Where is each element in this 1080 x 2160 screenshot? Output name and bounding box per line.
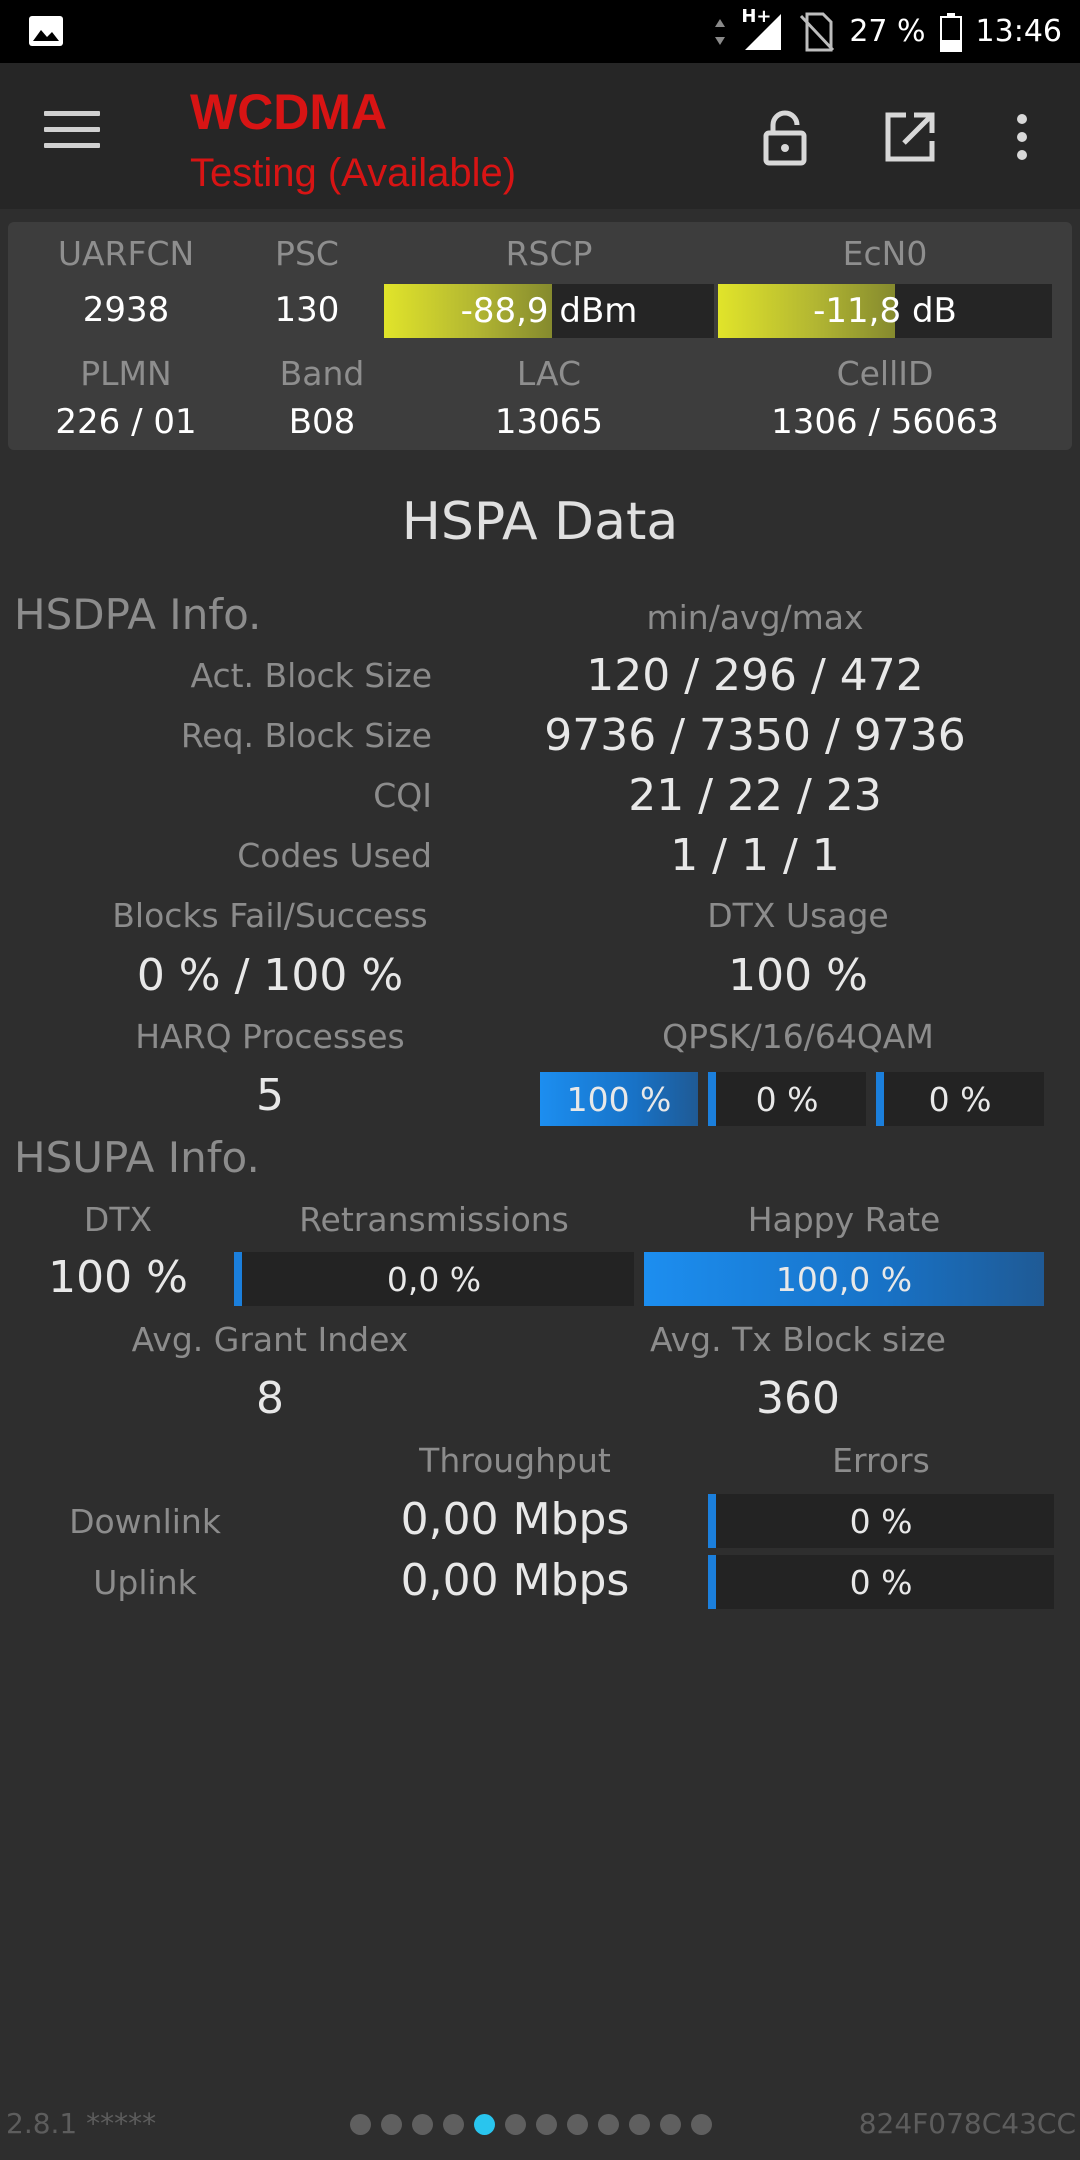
codes-used-value: 1 / 1 / 1 bbox=[670, 830, 840, 881]
happy-rate-label: Happy Rate bbox=[747, 1200, 941, 1239]
qpsk-bar: 100 % bbox=[540, 1072, 698, 1126]
uplink-throughput: 0,00 Mbps bbox=[400, 1555, 630, 1606]
retransmissions-bar: 0,0 % bbox=[234, 1252, 634, 1306]
image-icon bbox=[29, 16, 63, 46]
rscp-label: RSCP bbox=[505, 234, 593, 273]
page-dot[interactable] bbox=[443, 2114, 464, 2135]
modulation-label: QPSK/16/64QAM bbox=[662, 1017, 934, 1056]
no-sim-icon bbox=[800, 12, 835, 51]
cqi-label: CQI bbox=[373, 776, 432, 815]
page-dot[interactable] bbox=[536, 2114, 557, 2135]
cellid-value: 1306 / 56063 bbox=[771, 402, 999, 442]
battery-icon bbox=[939, 12, 962, 52]
avg-tx-block-size-label: Avg. Tx Block size bbox=[649, 1320, 946, 1359]
harq-processes-label: HARQ Processes bbox=[135, 1017, 405, 1056]
act-block-size-value: 120 / 296 / 472 bbox=[586, 650, 924, 701]
avg-grant-index-value: 8 bbox=[256, 1373, 284, 1424]
page-dot[interactable] bbox=[598, 2114, 619, 2135]
cell-info-card: UARFCN PSC RSCP EcN0 2938 130 -88,9 dBm … bbox=[8, 222, 1072, 450]
hsupa-dtx-value: 100 % bbox=[48, 1252, 188, 1303]
retransmissions-label: Retransmissions bbox=[299, 1200, 569, 1239]
codes-used-label: Codes Used bbox=[237, 836, 432, 875]
happy-rate-bar: 100,0 % bbox=[644, 1252, 1044, 1306]
ecn0-meter: -11,8 dB bbox=[718, 284, 1052, 338]
lac-label: LAC bbox=[516, 354, 582, 393]
hsupa-dtx-label: DTX bbox=[83, 1200, 153, 1239]
qam16-bar-text: 0 % bbox=[755, 1079, 819, 1119]
hsupa-heading: HSUPA Info. bbox=[14, 1133, 260, 1182]
qam16-bar: 0 % bbox=[708, 1072, 866, 1126]
blocks-fail-success-value: 0 % / 100 % bbox=[136, 950, 404, 1001]
page-title: WCDMA bbox=[190, 84, 388, 140]
more-vert-icon[interactable] bbox=[1000, 107, 1044, 167]
page-dot[interactable] bbox=[567, 2114, 588, 2135]
qam64-bar-text: 0 % bbox=[928, 1079, 992, 1119]
network-status: Testing (Available) bbox=[190, 151, 517, 195]
hsdpa-heading: HSDPA Info. bbox=[14, 590, 262, 639]
page-dot[interactable] bbox=[350, 2114, 371, 2135]
ecn0-value: -11,8 bbox=[813, 291, 902, 331]
uarfcn-value: 2938 bbox=[82, 290, 170, 330]
psc-label: PSC bbox=[275, 234, 339, 273]
battery-percent: 27 % bbox=[849, 14, 926, 49]
downlink-errors-bar: 0 % bbox=[708, 1494, 1054, 1548]
blocks-fail-success-label: Blocks Fail/Success bbox=[112, 896, 428, 935]
avg-grant-index-label: Avg. Grant Index bbox=[131, 1320, 409, 1359]
data-arrows-icon bbox=[715, 18, 726, 45]
clock: 13:46 bbox=[975, 14, 1062, 49]
uplink-label: Uplink bbox=[93, 1563, 197, 1602]
downlink-throughput: 0,00 Mbps bbox=[400, 1494, 630, 1545]
happy-rate-value: 100,0 % bbox=[775, 1259, 913, 1299]
page-dot[interactable] bbox=[474, 2114, 495, 2135]
lock-icon[interactable] bbox=[755, 107, 815, 167]
rscp-meter: -88,9 dBm bbox=[384, 284, 714, 338]
rscp-unit: dBm bbox=[559, 291, 638, 331]
rscp-value: -88,9 bbox=[460, 291, 549, 331]
act-block-size-label: Act. Block Size bbox=[190, 656, 432, 695]
device-id: 824F078C43CC bbox=[858, 2107, 1076, 2140]
harq-processes-value: 5 bbox=[256, 1070, 284, 1121]
avg-tx-block-size-value: 360 bbox=[756, 1373, 840, 1424]
errors-header: Errors bbox=[832, 1441, 930, 1480]
ecn0-unit: dB bbox=[911, 291, 957, 331]
page-dot[interactable] bbox=[505, 2114, 526, 2135]
open-external-icon[interactable] bbox=[880, 107, 940, 167]
page-dot[interactable] bbox=[381, 2114, 402, 2135]
plmn-value: 226 / 01 bbox=[55, 402, 197, 442]
req-block-size-value: 9736 / 7350 / 9736 bbox=[544, 710, 966, 761]
uarfcn-label: UARFCN bbox=[57, 234, 195, 273]
page-dot[interactable] bbox=[691, 2114, 712, 2135]
qpsk-bar-text: 100 % bbox=[566, 1079, 672, 1119]
status-bar: H+ 27 % 13:46 bbox=[0, 0, 1080, 63]
page-dot[interactable] bbox=[660, 2114, 681, 2135]
menu-icon[interactable] bbox=[44, 111, 100, 161]
page-dot[interactable] bbox=[412, 2114, 433, 2135]
uplink-errors-value: 0 % bbox=[849, 1562, 913, 1602]
dtx-usage-label: DTX Usage bbox=[707, 896, 889, 935]
section-title: HSPA Data bbox=[401, 492, 679, 552]
page-dot[interactable] bbox=[629, 2114, 650, 2135]
cqi-value: 21 / 22 / 23 bbox=[628, 770, 882, 821]
page-indicator[interactable] bbox=[350, 2114, 712, 2135]
ecn0-label: EcN0 bbox=[842, 234, 928, 273]
plmn-label: PLMN bbox=[80, 354, 172, 393]
stats-header: min/avg/max bbox=[646, 598, 864, 637]
retransmissions-value: 0,0 % bbox=[386, 1259, 482, 1299]
app-version: 2.8.1 ***** bbox=[6, 2107, 157, 2140]
throughput-header: Throughput bbox=[419, 1441, 611, 1480]
app-bar: WCDMA Testing (Available) bbox=[0, 63, 1080, 209]
downlink-errors-value: 0 % bbox=[849, 1501, 913, 1541]
downlink-label: Downlink bbox=[69, 1502, 221, 1541]
qam64-bar: 0 % bbox=[876, 1072, 1044, 1126]
psc-value: 130 bbox=[274, 290, 340, 330]
uplink-errors-bar: 0 % bbox=[708, 1555, 1054, 1609]
cellid-label: CellID bbox=[836, 354, 934, 393]
req-block-size-label: Req. Block Size bbox=[180, 716, 432, 755]
signal-icon: H+ bbox=[741, 6, 785, 52]
dtx-usage-value: 100 % bbox=[728, 950, 868, 1001]
lac-value: 13065 bbox=[494, 402, 604, 442]
